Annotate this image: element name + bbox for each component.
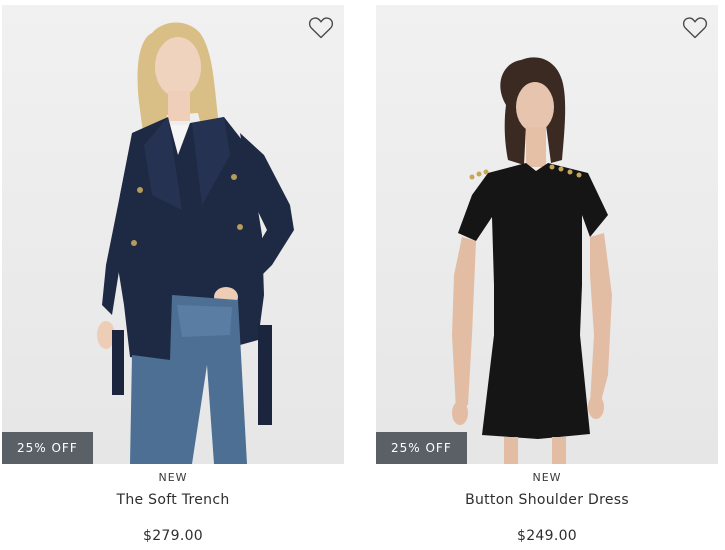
product-tag: NEW [158,471,188,484]
product-photo-trench [97,22,294,464]
discount-badge: 25% OFF [376,432,467,464]
product-card[interactable]: 25% OFF NEW The Soft Trench $279.00 [2,0,347,550]
product-image[interactable]: 25% OFF [2,5,344,464]
product-grid: 25% OFF NEW The Soft Trench $279.00 25% … [0,0,725,550]
wishlist-heart-icon[interactable] [306,13,336,43]
discount-badge: 25% OFF [2,432,93,464]
product-info: NEW Button Shoulder Dress $249.00 [376,470,718,544]
product-info: NEW The Soft Trench $279.00 [2,470,344,544]
discount-badge-label: 25% OFF [17,441,78,455]
product-name-link[interactable]: The Soft Trench [2,492,344,508]
product-image[interactable]: 25% OFF [376,5,718,464]
product-name-link[interactable]: Button Shoulder Dress [376,492,718,508]
discount-badge-label: 25% OFF [391,441,452,455]
product-card[interactable]: 25% OFF NEW Button Shoulder Dress $249.0… [376,0,721,550]
product-price: $279.00 [143,528,203,544]
product-tag: NEW [532,471,562,484]
product-photo-dress [452,57,612,464]
product-price: $249.00 [517,528,577,544]
wishlist-heart-icon[interactable] [680,13,710,43]
